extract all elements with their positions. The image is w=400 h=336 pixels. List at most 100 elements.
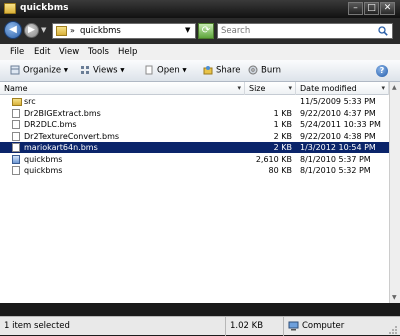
resize-grip-icon[interactable] xyxy=(388,325,398,335)
organize-button[interactable]: Organize ▾ xyxy=(10,65,68,76)
breadcrumb[interactable]: quickbms xyxy=(80,26,121,36)
share-label: Share xyxy=(216,65,241,76)
minimize-button[interactable]: – xyxy=(348,2,363,15)
forward-button[interactable]: ▶ xyxy=(24,23,39,38)
batch-file-icon xyxy=(12,166,20,175)
search-box[interactable] xyxy=(217,23,393,39)
status-bar: 1 item selected 1.02 KB Computer xyxy=(0,316,400,336)
file-date: 5/24/2011 10:33 PM xyxy=(300,120,381,129)
search-icon[interactable] xyxy=(378,26,388,36)
organize-icon xyxy=(10,65,20,75)
column-size[interactable]: Size ▾ xyxy=(245,82,296,95)
file-date: 9/22/2010 4:37 PM xyxy=(300,108,376,118)
burn-icon xyxy=(248,65,258,75)
file-size: 80 KB xyxy=(268,166,292,175)
vertical-scrollbar[interactable]: ▲ ▼ xyxy=(389,82,400,303)
burn-button[interactable]: Burn xyxy=(248,65,281,76)
explorer-window: quickbms – □ ✕ ◀ ▶ ▼ » quickbms ▼ ⟳ File… xyxy=(0,0,400,336)
file-date: 9/22/2010 4:38 PM xyxy=(300,131,376,141)
file-name: mariokart64n.bms xyxy=(24,143,98,152)
file-row[interactable]: src 11/5/2009 5:33 PM xyxy=(0,96,389,107)
document-icon xyxy=(12,108,20,118)
document-icon xyxy=(12,120,20,129)
command-bar: Organize ▾ Views ▾ Open ▾ Share Burn ? xyxy=(0,60,400,82)
share-icon xyxy=(203,66,213,75)
menu-file[interactable]: File xyxy=(10,47,24,57)
status-location-cell: Computer xyxy=(284,317,388,336)
file-name: Dr2TextureConvert.bms xyxy=(24,131,120,141)
search-input[interactable] xyxy=(221,25,371,37)
file-size: 2,610 KB xyxy=(255,154,292,164)
scroll-down-icon[interactable]: ▼ xyxy=(392,294,397,301)
menu-help[interactable]: Help xyxy=(118,47,137,57)
status-size-cell: 1.02 KB xyxy=(226,317,284,336)
chevron-down-icon[interactable]: ▾ xyxy=(288,84,292,92)
organize-label: Organize xyxy=(23,65,62,76)
column-name[interactable]: Name ▾ xyxy=(0,82,245,95)
views-button[interactable]: Views ▾ xyxy=(80,65,125,76)
column-header: Name ▾ Size ▾ Date modified ▾ xyxy=(0,82,389,95)
title-bar[interactable]: quickbms – □ ✕ xyxy=(0,0,400,18)
folder-icon xyxy=(12,98,22,106)
column-name-label: Name xyxy=(4,84,28,93)
file-row[interactable]: DR2DLC.bms 1 KB 5/24/2011 10:33 PM xyxy=(0,119,389,130)
back-button[interactable]: ◀ xyxy=(4,21,22,39)
status-selection: 1 item selected xyxy=(4,321,70,331)
close-button[interactable]: ✕ xyxy=(380,2,395,15)
share-button[interactable]: Share xyxy=(203,65,241,76)
file-name: src xyxy=(24,97,36,106)
chevron-down-icon[interactable]: ▼ xyxy=(185,26,190,34)
status-size: 1.02 KB xyxy=(230,321,264,331)
folder-icon xyxy=(56,26,67,36)
file-date: 1/3/2012 10:54 PM xyxy=(300,143,376,152)
file-name: quickbms xyxy=(24,154,63,164)
column-size-label: Size xyxy=(249,84,266,93)
document-icon xyxy=(12,143,20,152)
file-row[interactable]: quickbms 80 KB 8/1/2010 5:32 PM xyxy=(0,165,389,176)
menu-tools[interactable]: Tools xyxy=(88,47,109,57)
file-date: 8/1/2010 5:37 PM xyxy=(300,154,371,164)
file-row[interactable]: mariokart64n.bms 2 KB 1/3/2012 10:54 PM xyxy=(0,141,390,154)
computer-icon xyxy=(288,321,299,331)
file-size: 2 KB xyxy=(273,131,292,141)
breadcrumb-separator: » xyxy=(70,26,75,35)
maximize-button[interactable]: □ xyxy=(364,2,379,15)
file-date: 8/1/2010 5:32 PM xyxy=(300,166,371,175)
menu-bar: File Edit View Tools Help xyxy=(0,44,400,60)
window-title: quickbms xyxy=(20,3,69,13)
open-button[interactable]: Open ▾ xyxy=(144,65,187,76)
open-icon xyxy=(145,65,153,75)
scroll-up-icon[interactable]: ▲ xyxy=(392,84,397,91)
recent-pages-dropdown[interactable]: ▼ xyxy=(41,26,46,34)
menu-edit[interactable]: Edit xyxy=(34,47,50,57)
status-selection-cell: 1 item selected xyxy=(0,317,226,336)
menu-view[interactable]: View xyxy=(59,47,79,57)
file-row[interactable]: Dr2TextureConvert.bms 2 KB 9/22/2010 4:38 … xyxy=(0,131,389,142)
burn-label: Burn xyxy=(261,65,281,76)
document-icon xyxy=(12,131,20,141)
file-row[interactable]: Dr2BIGExtract.bms 1 KB 9/22/2010 4:37 PM xyxy=(0,108,389,119)
views-label: Views xyxy=(93,65,118,76)
file-name: Dr2BIGExtract.bms xyxy=(24,108,101,118)
status-location: Computer xyxy=(302,321,345,331)
column-date-label: Date modified xyxy=(300,84,357,93)
folder-icon xyxy=(4,3,16,14)
column-date[interactable]: Date modified ▾ xyxy=(296,82,389,95)
chevron-down-icon[interactable]: ▾ xyxy=(381,84,385,92)
file-size: 1 KB xyxy=(273,108,292,118)
exe-icon xyxy=(12,154,20,164)
file-row[interactable]: quickbms 2,610 KB 8/1/2010 5:37 PM xyxy=(0,154,389,165)
views-icon xyxy=(81,66,89,74)
file-name: DR2DLC.bms xyxy=(24,120,77,129)
file-size: 1 KB xyxy=(273,120,292,129)
file-name: quickbms xyxy=(24,166,63,175)
file-size: 2 KB xyxy=(273,143,292,152)
chevron-down-icon[interactable]: ▾ xyxy=(237,84,241,92)
refresh-button[interactable]: ⟳ xyxy=(198,23,214,39)
open-label: Open xyxy=(157,65,180,76)
file-date: 11/5/2009 5:33 PM xyxy=(300,97,376,106)
file-list[interactable]: Name ▾ Size ▾ Date modified ▾ src 11/5/20… xyxy=(0,82,400,303)
address-bar[interactable]: » quickbms ▼ xyxy=(52,23,196,39)
address-row: ◀ ▶ ▼ » quickbms ▼ ⟳ xyxy=(0,18,400,44)
help-icon[interactable]: ? xyxy=(376,65,388,77)
